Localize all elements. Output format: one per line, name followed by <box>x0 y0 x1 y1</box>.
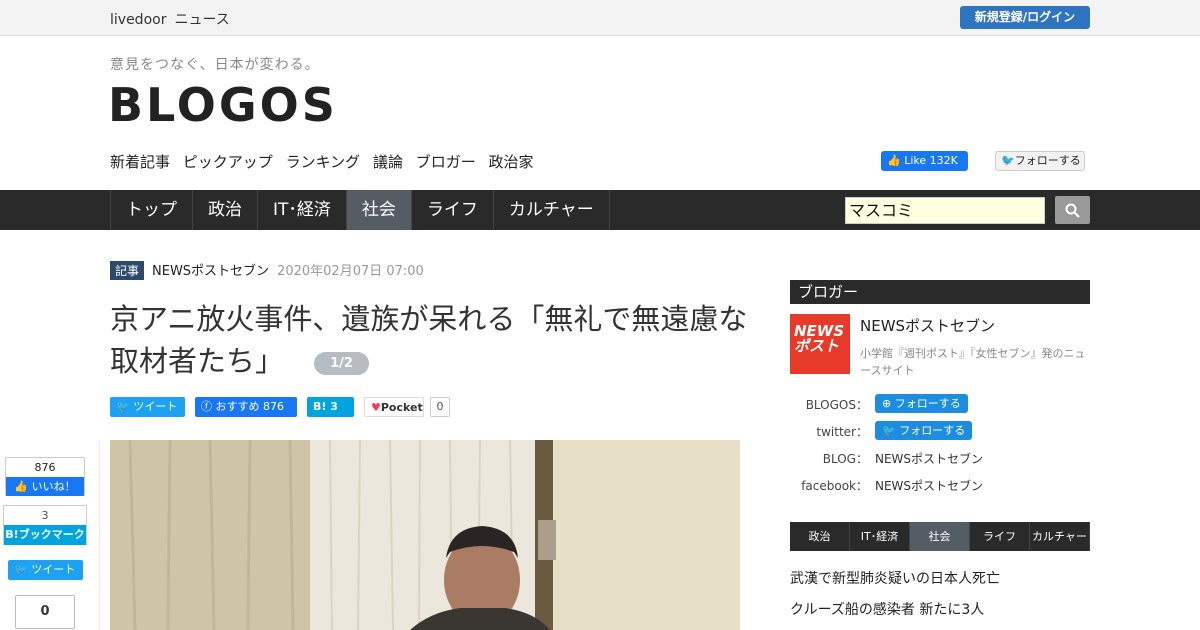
sidebar-news-item[interactable]: 武漢で新型肺炎疑いの日本人死亡 <box>790 568 1000 588</box>
thumbs-up-icon: 👍 <box>14 480 29 493</box>
fb-like-label: Like <box>904 154 927 167</box>
site-tagline: 意見をつなぐ、日本が変わる。 <box>110 57 320 73</box>
facebook-link[interactable]: NEWSポストセブン <box>875 477 983 494</box>
side-hatena-bookmark-button[interactable]: 3 B!ブックマーク <box>3 505 87 545</box>
nav-tab-life[interactable]: ライフ <box>412 190 494 230</box>
sidebar-category-tabs: 政治 IT･経済 社会 ライフ カルチャー <box>790 522 1090 551</box>
hatena-icon: B! <box>5 528 19 541</box>
pocket-icon: ♥ <box>371 401 381 414</box>
cat-tab-culture[interactable]: カルチャー <box>1030 522 1090 551</box>
pocket-button[interactable]: ♥Pocket <box>364 397 424 417</box>
fb-recommend-label: おすすめ <box>215 400 260 413</box>
nav-tab-culture[interactable]: カルチャー <box>494 190 610 230</box>
livedoor-news-brand[interactable]: livedoor ニュース <box>110 9 238 29</box>
blogos-logo[interactable]: BLOGOS <box>108 78 338 132</box>
side-pocket-count[interactable]: 0 <box>15 595 75 629</box>
subnav-new-articles[interactable]: 新着記事 <box>110 153 170 171</box>
brand-news: ニュース <box>174 12 230 28</box>
info-key: facebook： <box>801 479 868 493</box>
info-row-blog: BLOG： NEWSポストセブン <box>790 448 1090 468</box>
fb-recommend-count: 876 <box>263 400 284 413</box>
twitter-bird-icon: 🐦 <box>116 400 130 413</box>
side-tweet-label: ツイート <box>31 563 76 576</box>
top-bar: livedoor ニュース 新規登録/ログイン <box>0 0 1200 36</box>
nav-tab-society[interactable]: 社会 <box>346 190 412 230</box>
twitter-bird-icon: 🐦 <box>1001 154 1015 167</box>
side-hatena-text: ブックマーク <box>18 528 85 541</box>
cat-tab-politics[interactable]: 政治 <box>790 522 850 551</box>
hatena-bookmark-button[interactable]: B! 3 <box>307 397 354 417</box>
plus-icon: ⊕ <box>882 397 892 410</box>
article-title-text: 京アニ放火事件、遺族が呆れる「無礼で無遠慮な取材者たち」 <box>110 302 748 378</box>
hatena-icon: B! <box>313 400 327 413</box>
article-photo <box>110 440 740 630</box>
facebook-icon: ⓕ <box>201 400 212 413</box>
twitter-bird-icon: 🐦 <box>882 424 896 437</box>
subnav-politicians[interactable]: 政治家 <box>489 153 534 171</box>
side-hatena-label: B!ブックマーク <box>4 525 86 545</box>
subnav-ranking[interactable]: ランキング <box>286 153 361 171</box>
search-button[interactable] <box>1055 196 1090 224</box>
info-row-facebook: facebook： NEWSポストセブン <box>790 475 1090 495</box>
nav-tab-it-economy[interactable]: IT･経済 <box>258 190 347 230</box>
facebook-recommend-button[interactable]: ⓕ おすすめ 876 <box>195 397 297 417</box>
blogger-description: 小学館『週刊ポスト』『女性セブン』発のニュースサイト <box>860 347 1086 377</box>
brand-livedoor: livedoor <box>110 12 167 28</box>
nav-tab-politics[interactable]: 政治 <box>193 190 258 230</box>
pocket-count: 0 <box>430 397 450 417</box>
register-login-button[interactable]: 新規登録/ログイン <box>960 6 1090 29</box>
tweet-button[interactable]: 🐦 ツイート <box>110 397 185 417</box>
thumbs-up-icon: 👍 <box>887 154 901 167</box>
blogger-logo[interactable]: NEWSポスト <box>790 314 850 374</box>
twitter-follow-button-sidebar[interactable]: 🐦 フォローする <box>875 421 973 440</box>
article-type-badge: 記事 <box>110 261 145 280</box>
search-icon <box>1065 203 1080 218</box>
side-tweet-button[interactable]: 🐦 ツイート <box>8 560 83 580</box>
page-indicator[interactable]: 1/2 <box>314 351 370 375</box>
subnav-debate[interactable]: 議論 <box>373 153 403 171</box>
subnav-bloggers[interactable]: ブロガー <box>416 153 476 171</box>
article-date: 2020年02月07日 07:00 <box>277 264 424 279</box>
info-key: BLOGOS： <box>805 398 868 412</box>
info-row-twitter: twitter： 🐦 フォローする <box>790 421 1090 441</box>
facebook-like-button[interactable]: 👍 Like 132K <box>881 151 968 171</box>
nav-tab-top[interactable]: トップ <box>111 190 193 230</box>
article-title: 京アニ放火事件、遺族が呆れる「無礼で無遠慮な取材者たち」 1/2 <box>110 298 760 382</box>
blogos-follow-button[interactable]: ⊕ フォローする <box>875 394 968 413</box>
side-facebook-like-button[interactable]: 876 👍 いいね！ <box>5 457 85 496</box>
twitter-bird-icon: 🐦 <box>14 563 28 576</box>
hatena-count: 3 <box>330 400 338 413</box>
sidebar-news-item[interactable]: クルーズ船の感染者 新たに3人 <box>790 599 984 619</box>
side-hatena-count: 3 <box>41 509 49 522</box>
subnav-pickup[interactable]: ピックアップ <box>183 153 273 171</box>
info-row-blogos: BLOGOS： ⊕ フォローする <box>790 394 1090 414</box>
twitter-follow-label: フォローする <box>1014 154 1081 167</box>
cat-tab-society[interactable]: 社会 <box>910 522 970 551</box>
sub-navigation: 新着記事 ピックアップ ランキング 議論 ブロガー 政治家 <box>110 151 542 172</box>
info-key: twitter： <box>816 425 868 439</box>
article-source-link[interactable]: NEWSポストセブン <box>152 264 269 279</box>
follow-label: フォローする <box>894 397 961 410</box>
article-meta: 記事 NEWSポストセブン 2020年02月07日 07:00 <box>110 260 424 280</box>
blogger-name[interactable]: NEWSポストセブン <box>860 315 995 336</box>
twitter-follow-button[interactable]: 🐦フォローする <box>995 151 1085 171</box>
side-like-count: 876 <box>34 461 56 474</box>
fb-like-count: 132K <box>929 154 958 167</box>
article-photo-illustration <box>110 440 740 630</box>
side-like-label: 👍 いいね！ <box>6 477 84 496</box>
sidebar-blogger-heading: ブロガー <box>790 280 1090 304</box>
info-key: BLOG： <box>822 452 868 466</box>
cat-tab-it-economy[interactable]: IT･経済 <box>850 522 910 551</box>
side-like-text: いいね！ <box>31 480 76 493</box>
search-input[interactable]: マスコミ <box>845 197 1045 224</box>
cat-tab-life[interactable]: ライフ <box>970 522 1030 551</box>
follow-label: フォローする <box>899 424 966 437</box>
floating-share-bar: 876 👍 いいね！ 3 B!ブックマーク 🐦 ツイート 0 <box>0 440 100 630</box>
tweet-label: ツイート <box>133 400 178 413</box>
blog-link[interactable]: NEWSポストセブン <box>875 450 983 467</box>
pocket-label: Pocket <box>380 401 423 414</box>
